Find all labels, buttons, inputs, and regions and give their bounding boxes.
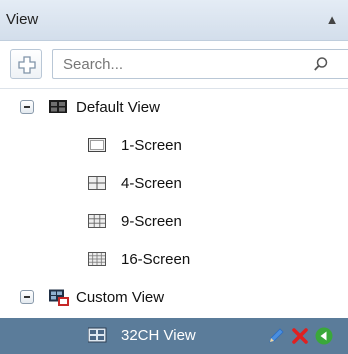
collapse-toggle-icon[interactable] [20,290,34,304]
collapse-chevron-icon[interactable]: ▲ [322,10,342,30]
tree-group-label: Custom View [76,289,165,306]
screen-1-icon [88,138,106,152]
tree-item-label: 32CH View [121,327,196,344]
default-view-icon [49,100,67,113]
search-input[interactable] [53,50,313,78]
custom-view-icon [88,327,107,343]
tree-item-label: 1-Screen [121,137,182,154]
tree-item-label: 16-Screen [121,251,191,268]
screen-4-icon [88,176,106,190]
add-view-button[interactable] [10,49,42,79]
tree-group-custom-view[interactable]: Custom View [0,280,348,316]
tree-item-9-screen[interactable]: 9-Screen [0,204,348,240]
tree-item-4-screen[interactable]: 4-Screen [0,166,348,202]
tree-group-default-view[interactable]: Default View [0,90,348,126]
add-icon [18,56,36,74]
tree-item-32ch-view[interactable]: 32CH View [0,318,348,354]
tree-item-16-screen[interactable]: 16-Screen [0,242,348,278]
custom-view-group-icon [49,289,69,306]
search-box [52,49,348,79]
tree-group-label: Default View [76,99,160,116]
screen-9-icon [88,214,106,228]
tree-item-1-screen[interactable]: 1-Screen [0,128,348,164]
collapse-toggle-icon[interactable] [20,100,34,114]
divider [0,88,348,89]
delete-icon[interactable] [290,326,310,346]
screen-16-icon [88,252,106,266]
panel-title: View [6,11,39,28]
tree-item-label: 9-Screen [121,213,182,230]
tree-item-label: 4-Screen [121,175,182,192]
toolbar [0,41,348,87]
view-panel: View ▲ Default View [0,0,348,354]
panel-header[interactable]: View ▲ [0,0,348,41]
play-icon[interactable] [314,326,334,346]
edit-pencil-icon[interactable] [266,326,286,346]
search-icon[interactable] [313,56,329,72]
